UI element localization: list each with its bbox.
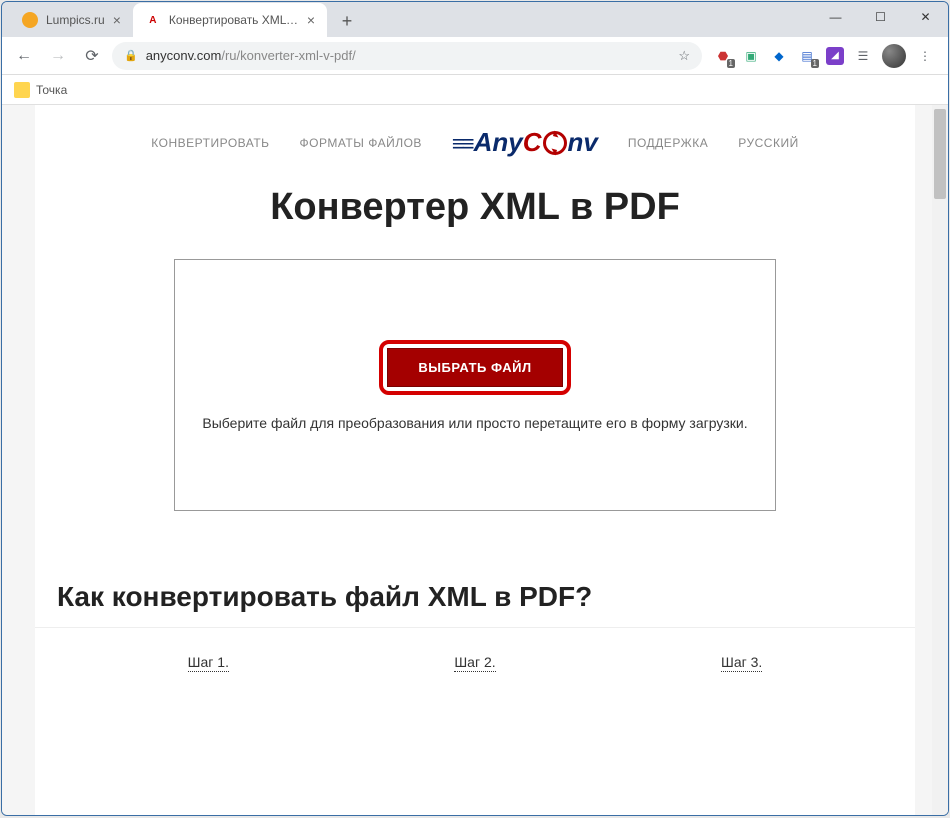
browser-tab-lumpics[interactable]: Lumpics.ru × bbox=[10, 3, 133, 37]
bookmark-item[interactable]: Точка bbox=[36, 83, 67, 97]
favicon-icon bbox=[22, 12, 38, 28]
site-logo[interactable]: ≡≡ Any C nv bbox=[452, 127, 598, 158]
favicon-icon: A bbox=[145, 12, 161, 28]
close-icon[interactable]: × bbox=[307, 12, 315, 28]
back-button[interactable]: ← bbox=[10, 42, 38, 70]
address-bar[interactable]: 🔒 anyconv.com/ru/konverter-xml-v-pdf/ ☆ bbox=[112, 42, 702, 70]
sync-icon bbox=[543, 131, 567, 155]
extension-icon[interactable]: ⬣1 bbox=[714, 47, 732, 65]
tab-title: Lumpics.ru bbox=[46, 13, 105, 27]
highlight-annotation: ВЫБРАТЬ ФАЙЛ bbox=[379, 340, 570, 395]
bookmarks-bar: Точка bbox=[2, 75, 948, 105]
bookmark-folder-icon bbox=[14, 82, 30, 98]
extension-icons: ⬣1 ▣ ◆ ▤1 ◢ ☰ ⋮ bbox=[708, 44, 940, 68]
new-tab-button[interactable]: + bbox=[333, 7, 361, 35]
close-icon[interactable]: × bbox=[113, 12, 121, 28]
browser-toolbar: ← → ⟳ 🔒 anyconv.com/ru/konverter-xml-v-p… bbox=[2, 37, 948, 75]
file-drop-zone[interactable]: ВЫБРАТЬ ФАЙЛ Выберите файл для преобразо… bbox=[174, 259, 776, 511]
profile-avatar[interactable] bbox=[882, 44, 906, 68]
url-path: /ru/konverter-xml-v-pdf/ bbox=[221, 48, 355, 63]
browser-tab-anyconv[interactable]: A Конвертировать XML в PDF онл × bbox=[133, 3, 327, 37]
extension-icon[interactable]: ▤1 bbox=[798, 47, 816, 65]
scrollbar-thumb[interactable] bbox=[934, 109, 946, 199]
reload-button[interactable]: ⟳ bbox=[78, 42, 106, 70]
step-2-link[interactable]: Шаг 2. bbox=[454, 654, 495, 672]
site-header: КОНВЕРТИРОВАТЬ ФОРМАТЫ ФАЙЛОВ ≡≡ Any C n… bbox=[35, 105, 915, 176]
url-host: anyconv.com bbox=[146, 48, 222, 63]
nav-support[interactable]: ПОДДЕРЖКА bbox=[628, 136, 708, 150]
maximize-button[interactable]: ☐ bbox=[858, 2, 903, 32]
step-3-link[interactable]: Шаг 3. bbox=[721, 654, 762, 672]
nav-language[interactable]: РУССКИЙ bbox=[738, 136, 798, 150]
extension-icon[interactable]: ▣ bbox=[742, 47, 760, 65]
lock-icon: 🔒 bbox=[124, 49, 138, 62]
browser-tab-strip: Lumpics.ru × A Конвертировать XML в PDF … bbox=[2, 2, 948, 37]
extension-icon[interactable]: ◢ bbox=[826, 47, 844, 65]
close-window-button[interactable]: ✕ bbox=[903, 2, 948, 32]
steps-row: Шаг 1. Шаг 2. Шаг 3. bbox=[35, 628, 915, 672]
nav-convert[interactable]: КОНВЕРТИРОВАТЬ bbox=[151, 136, 269, 150]
page-title: Конвертер XML в PDF bbox=[35, 186, 915, 229]
extension-icon[interactable]: ◆ bbox=[770, 47, 788, 65]
choose-file-button[interactable]: ВЫБРАТЬ ФАЙЛ bbox=[387, 348, 562, 387]
drop-hint-text: Выберите файл для преобразования или про… bbox=[202, 415, 747, 431]
logo-stripes-icon: ≡≡ bbox=[452, 131, 472, 157]
star-icon[interactable]: ☆ bbox=[678, 48, 690, 64]
page-viewport: КОНВЕРТИРОВАТЬ ФОРМАТЫ ФАЙЛОВ ≡≡ Any C n… bbox=[2, 105, 948, 815]
scrollbar-track[interactable] bbox=[932, 105, 948, 815]
reading-list-icon[interactable]: ☰ bbox=[854, 47, 872, 65]
step-1-link[interactable]: Шаг 1. bbox=[188, 654, 229, 672]
tab-title: Конвертировать XML в PDF онл bbox=[169, 13, 299, 27]
howto-heading: Как конвертировать файл XML в PDF? bbox=[35, 561, 915, 628]
menu-icon[interactable]: ⋮ bbox=[916, 47, 934, 65]
nav-formats[interactable]: ФОРМАТЫ ФАЙЛОВ bbox=[300, 136, 422, 150]
minimize-button[interactable]: — bbox=[813, 2, 858, 32]
forward-button[interactable]: → bbox=[44, 42, 72, 70]
